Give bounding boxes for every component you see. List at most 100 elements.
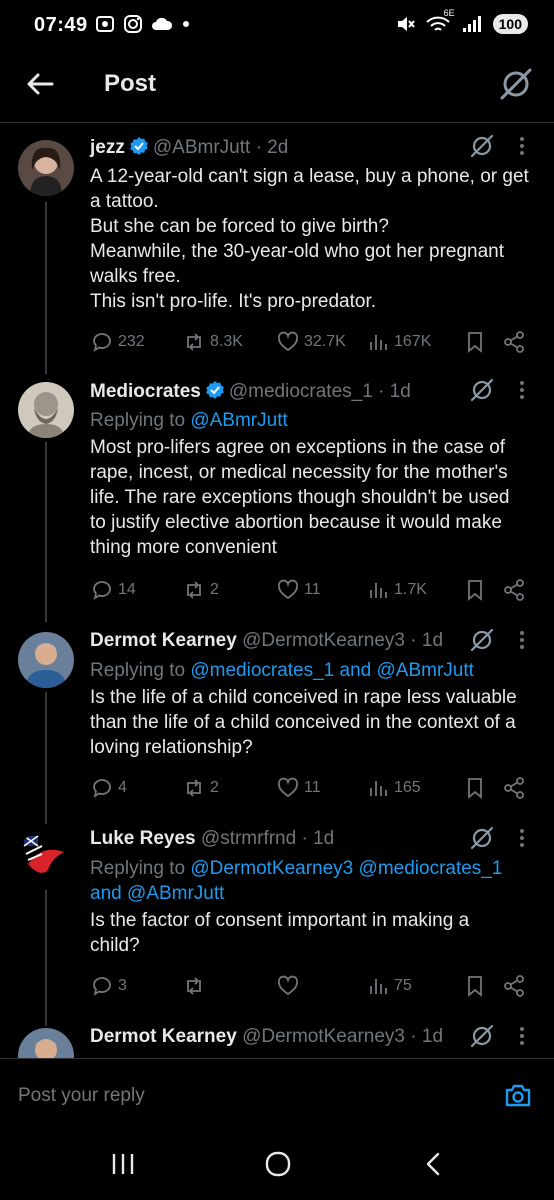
battery-indicator: 100 (492, 14, 528, 34)
reply-button[interactable]: 232 (90, 330, 145, 354)
repost-icon (187, 779, 201, 797)
views-count: 75 (394, 977, 412, 994)
share-icon[interactable] (502, 776, 526, 800)
share-icon[interactable] (502, 974, 526, 998)
author-name[interactable]: Mediocrates (90, 381, 201, 402)
recent-apps-icon[interactable] (110, 1152, 136, 1176)
views-button[interactable]: 75 (368, 974, 412, 998)
more-vertical-icon[interactable] (512, 378, 532, 402)
screenshot-icon (96, 16, 114, 32)
more-vertical-icon[interactable] (512, 628, 532, 652)
author-name[interactable]: Luke Reyes (90, 828, 196, 849)
views-button[interactable]: 165 (368, 776, 421, 800)
more-vertical-icon[interactable] (512, 1024, 532, 1048)
grok-icon[interactable] (468, 1022, 496, 1050)
reply-bubble-icon (93, 581, 111, 600)
post-text: Is the factor of consent important in ma… (90, 910, 470, 956)
author-handle[interactable]: @strmrfrnd (201, 828, 296, 849)
camera-icon[interactable] (504, 1081, 532, 1109)
replying-to: Replying to @mediocrates_1 and @ABmrJutt (90, 660, 474, 681)
repost-count: 8.3K (210, 333, 243, 350)
post-time: · 1d (410, 630, 444, 651)
grok-icon[interactable] (468, 626, 496, 654)
thread-line (45, 692, 47, 824)
system-nav-bar (0, 1126, 554, 1200)
instagram-icon (124, 15, 142, 33)
reply-bubble-icon (93, 779, 111, 798)
back-nav-icon[interactable] (422, 1151, 444, 1177)
repost-icon (187, 581, 201, 599)
home-icon[interactable] (264, 1151, 292, 1177)
like-count: 11 (304, 581, 321, 598)
author-handle[interactable]: @ABmrJutt (153, 137, 250, 158)
views-button[interactable]: 167K (368, 330, 431, 354)
views-bars-icon (370, 979, 387, 994)
tweet[interactable]: Dermot Kearney @DermotKearney3 · 1d Repl… (0, 620, 554, 824)
reply-input[interactable] (18, 1085, 418, 1107)
status-time: 07:49 (34, 14, 88, 36)
author-name[interactable]: Dermot Kearney (90, 1026, 237, 1047)
mention-link[interactable]: @ABmrJutt (190, 410, 287, 431)
heart-icon (277, 579, 299, 600)
repost-icon (187, 977, 201, 995)
mention-link[interactable]: and @ABmrJutt (90, 883, 224, 904)
avatar[interactable] (18, 830, 74, 886)
thread-line (45, 442, 47, 622)
author-handle[interactable]: @mediocrates_1 (229, 381, 373, 402)
grok-icon[interactable] (468, 824, 496, 852)
avatar[interactable] (18, 140, 74, 196)
repost-button[interactable]: 8.3K (182, 330, 243, 354)
more-vertical-icon[interactable] (512, 134, 532, 158)
like-button[interactable] (276, 974, 304, 998)
share-icon[interactable] (502, 578, 526, 602)
like-button[interactable]: 11 (276, 776, 321, 800)
post-time: · 1d (410, 1026, 444, 1047)
reply-button[interactable]: 4 (90, 776, 127, 800)
post-time: · 1d (378, 381, 411, 402)
verified-badge-icon (206, 381, 224, 399)
tweet[interactable]: Luke Reyes @strmrfrnd · 1d Replying to @… (0, 818, 554, 1026)
avatar[interactable] (18, 1028, 74, 1058)
reply-button[interactable]: 3 (90, 974, 127, 998)
grok-icon[interactable] (468, 132, 496, 160)
reply-bubble-icon (93, 333, 111, 352)
repost-count: 2 (210, 779, 219, 796)
views-bars-icon (370, 335, 387, 350)
repost-button[interactable] (182, 974, 210, 998)
reply-button[interactable]: 14 (90, 578, 136, 602)
avatar[interactable] (18, 632, 74, 688)
more-vertical-icon[interactable] (512, 826, 532, 850)
post-time: · 2d (255, 137, 289, 158)
tweet[interactable]: Dermot Kearney @DermotKearney3 · 1d (0, 1016, 554, 1058)
heart-icon (277, 777, 299, 798)
like-count: 11 (304, 779, 321, 796)
arrow-left-icon[interactable] (24, 68, 56, 100)
like-button[interactable]: 32.7K (276, 330, 346, 354)
mention-link[interactable]: @mediocrates_1 and @ABmrJutt (190, 660, 474, 681)
tweet[interactable]: jezz @ABmrJutt · 2d A 12-year-old can't s… (0, 122, 554, 374)
bookmark-icon[interactable] (464, 578, 486, 602)
bookmark-icon[interactable] (464, 974, 486, 998)
author-name[interactable]: Dermot Kearney (90, 630, 237, 651)
post-text: Is the life of a child conceived in rape… (90, 687, 517, 758)
like-button[interactable]: 11 (276, 578, 321, 602)
post-text: A 12-year-old can't sign a lease, buy a … (90, 166, 529, 312)
bookmark-icon[interactable] (464, 330, 486, 354)
views-bars-icon (370, 781, 387, 796)
mute-icon (397, 17, 415, 31)
author-handle[interactable]: @DermotKearney3 (242, 1026, 405, 1047)
repost-button[interactable]: 2 (182, 776, 219, 800)
author-name[interactable]: jezz (90, 137, 125, 158)
views-button[interactable]: 1.7K (368, 578, 427, 602)
grok-icon[interactable] (468, 376, 496, 404)
repost-button[interactable]: 2 (182, 578, 219, 602)
avatar[interactable] (18, 382, 74, 438)
bookmark-icon[interactable] (464, 776, 486, 800)
share-icon[interactable] (502, 330, 526, 354)
tweet[interactable]: Mediocrates @mediocrates_1 · 1d Replying … (0, 370, 554, 622)
action-bar: 232 8.3K 32.7K 167K (90, 330, 532, 356)
grok-icon[interactable] (498, 66, 534, 102)
author-handle[interactable]: @DermotKearney3 (242, 630, 405, 651)
signal-icon (462, 16, 481, 32)
mention-link[interactable]: @DermotKearney3 @mediocrates_1 (190, 858, 502, 879)
